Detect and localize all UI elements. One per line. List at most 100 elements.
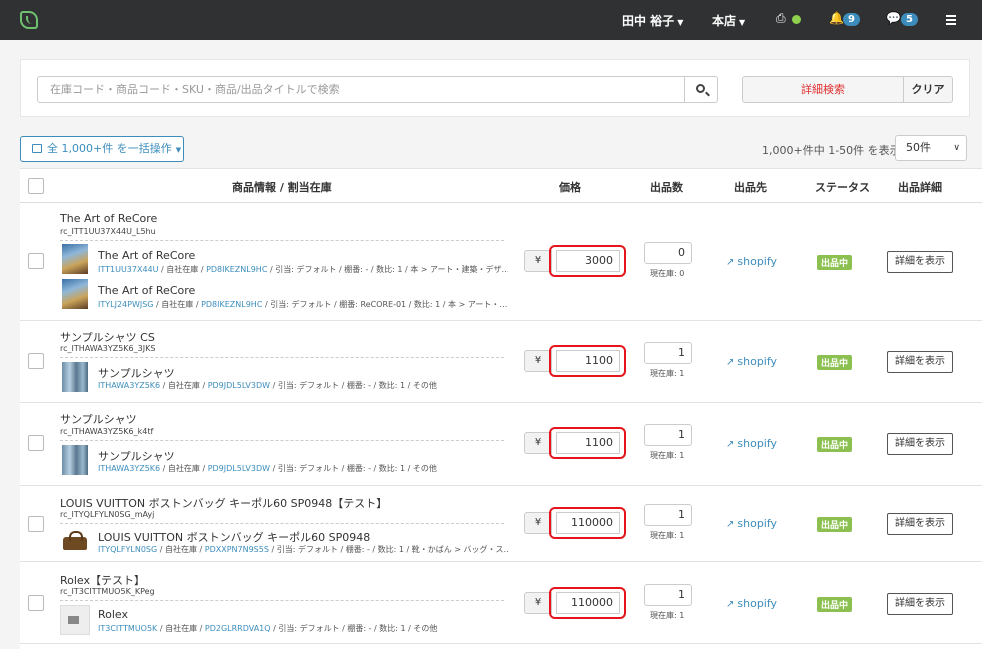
divider <box>60 240 504 241</box>
chevron-down-icon: ∨ <box>953 143 960 153</box>
view-detail-button[interactable]: 詳細を表示 <box>887 593 953 615</box>
table-row: Rolex【テスト】 rc_IT3CITTMUO5K_KPeg Rolex IT… <box>20 562 982 644</box>
user-menu[interactable]: 田中 裕子 ▼ <box>622 12 683 29</box>
view-detail-button[interactable]: 詳細を表示 <box>887 351 953 373</box>
product-title[interactable]: サンプルシャツ <box>60 411 137 427</box>
channel-link[interactable]: ↗ shopify <box>726 517 777 530</box>
chevron-down-icon: ▼ <box>739 18 746 27</box>
table-row: The Art of ReCore rc_ITT1UU37X44U_L5hu T… <box>20 204 982 321</box>
view-detail-button[interactable]: 詳細を表示 <box>887 513 953 535</box>
top-navbar: 田中 裕子 ▼ 本店 ▼ ⎙ 🔔 9 💬 5 <box>0 0 982 40</box>
item-name: The Art of ReCore <box>98 284 196 297</box>
yen-addon: ¥ <box>524 432 552 454</box>
table-row: サンプルシャツ rc_ITHAWA3YZ5K6_k4tf サンプルシャツ ITH… <box>20 403 982 486</box>
view-detail-button[interactable]: 詳細を表示 <box>887 433 953 455</box>
product-code: rc_ITHAWA3YZ5K6_3JKS <box>60 344 156 353</box>
advanced-search-button[interactable]: 詳細検索 <box>742 76 904 103</box>
image-icon <box>68 616 79 624</box>
quantity-input[interactable]: 1 <box>644 342 692 364</box>
product-title[interactable]: Rolex【テスト】 <box>60 572 145 588</box>
table-row: サンプルシャツ CS rc_ITHAWA3YZ5K6_3JKS サンプルシャツ … <box>20 321 982 403</box>
caret-down-icon: ▼ <box>175 146 182 154</box>
notification-count-badge: 9 <box>843 13 860 26</box>
printer-status-dot <box>792 15 801 24</box>
view-detail-button[interactable]: 詳細を表示 <box>887 251 953 273</box>
bulk-action-label: 全 1,000+件 を一括操作 <box>47 142 172 155</box>
yen-addon: ¥ <box>524 250 552 272</box>
product-code: rc_ITHAWA3YZ5K6_k4tf <box>60 427 154 436</box>
item-meta: ITHAWA3YZ5K6 / 自社在庫 / PD9JDL5LV3DW / 引当:… <box>98 380 508 391</box>
product-code-link[interactable]: PD9JDL5LV3DW <box>208 381 270 390</box>
bell-icon[interactable]: 🔔 <box>829 11 844 25</box>
select-all-checkbox[interactable] <box>28 178 44 194</box>
divider <box>60 600 504 601</box>
placeholder-image <box>60 605 90 635</box>
item-meta-text: / 自社在庫 / <box>160 464 208 473</box>
product-title[interactable]: LOUIS VUITTON ボストンバッグ キーポル60 SP0948【テスト】 <box>60 495 387 511</box>
quantity-input[interactable]: 1 <box>644 584 692 606</box>
row-checkbox[interactable] <box>28 595 44 611</box>
header-detail: 出品詳細 <box>898 181 942 194</box>
item-meta-text: / 自社在庫 / <box>158 265 207 274</box>
channel-name: shopify <box>737 597 778 610</box>
product-title[interactable]: The Art of ReCore <box>60 212 157 225</box>
header-quantity: 出品数 <box>650 181 683 194</box>
external-link-icon: ↗ <box>726 257 735 268</box>
chat-icon[interactable]: 💬 <box>886 11 901 25</box>
price-input[interactable]: 110000 <box>556 592 620 614</box>
product-code-link[interactable]: PD9JDL5LV3DW <box>208 464 270 473</box>
search-button[interactable] <box>684 76 718 103</box>
product-code-link[interactable]: PD8IKEZNL9HC <box>201 300 262 309</box>
header-status: ステータス <box>815 181 870 194</box>
item-code-link[interactable]: ITHAWA3YZ5K6 <box>98 464 160 473</box>
product-code-link[interactable]: PDXXPN7N9S5S <box>205 545 269 554</box>
store-menu[interactable]: 本店 ▼ <box>712 12 745 29</box>
channel-link[interactable]: ↗ shopify <box>726 437 777 450</box>
channel-link[interactable]: ↗ shopify <box>726 597 777 610</box>
item-meta: ITYQLFYLN0SG / 自社在庫 / PDXXPN7N9S5S / 引当:… <box>98 544 508 555</box>
row-checkbox[interactable] <box>28 435 44 451</box>
clear-button[interactable]: クリア <box>903 76 953 103</box>
item-code-link[interactable]: ITYLJ24PWJSG <box>98 300 154 309</box>
item-code-link[interactable]: ITT1UU37X44U <box>98 265 159 274</box>
hamburger-menu-icon[interactable] <box>946 15 956 27</box>
product-thumbnail <box>62 527 88 557</box>
chevron-down-icon: ▼ <box>677 18 684 27</box>
quantity-input[interactable]: 0 <box>644 242 692 264</box>
page-size-select[interactable]: 50件 ∨ <box>895 135 967 161</box>
price-input[interactable]: 1100 <box>556 432 620 454</box>
listing-table: 商品情報 / 割当在庫 価格 出品数 出品先 ステータス 出品詳細 The Ar… <box>20 168 982 649</box>
product-title[interactable]: サンプルシャツ CS <box>60 329 155 345</box>
item-meta-text: / 自社在庫 / <box>157 624 205 633</box>
pager-info: 1,000+件中 1-50件 を表示 <box>762 144 901 157</box>
price-input[interactable]: 110000 <box>556 512 620 534</box>
price-input[interactable]: 1100 <box>556 350 620 372</box>
search-input[interactable]: 在庫コード・商品コード・SKU・商品/出品タイトルで検索 <box>37 76 685 103</box>
header-price: 価格 <box>559 181 581 194</box>
status-badge: 出品中 <box>817 437 853 452</box>
channel-link[interactable]: ↗ shopify <box>726 355 777 368</box>
item-meta: ITT1UU37X44U / 自社在庫 / PD8IKEZNL9HC / 引当:… <box>98 264 508 275</box>
item-meta-text: / 引当: デフォルト / 棚番: - / 数比: 1 / その他 <box>270 624 438 633</box>
divider <box>60 440 504 441</box>
product-code-link[interactable]: PD2GLRRDVA1Q <box>205 624 271 633</box>
channel-link[interactable]: ↗ shopify <box>726 255 777 268</box>
product-code-link[interactable]: PD8IKEZNL9HC <box>206 265 267 274</box>
item-meta-text: / 引当: デフォルト / 棚番: - / 数比: 1 / その他 <box>270 464 437 473</box>
item-code-link[interactable]: ITYQLFYLN0SG <box>98 545 157 554</box>
bulk-action-button[interactable]: 全 1,000+件 を一括操作 ▼ <box>20 136 184 162</box>
row-checkbox[interactable] <box>28 353 44 369</box>
product-thumbnail <box>62 445 88 475</box>
quantity-input[interactable]: 1 <box>644 504 692 526</box>
row-checkbox[interactable] <box>28 253 44 269</box>
item-code-link[interactable]: IT3CITTMUO5K <box>98 624 157 633</box>
status-badge: 出品中 <box>817 355 853 370</box>
item-name: Rolex <box>98 608 129 621</box>
item-code-link[interactable]: ITHAWA3YZ5K6 <box>98 381 160 390</box>
price-input[interactable]: 3000 <box>556 250 620 272</box>
printer-icon[interactable]: ⎙ <box>776 11 786 26</box>
app-logo-icon[interactable] <box>20 11 38 29</box>
quantity-input[interactable]: 1 <box>644 424 692 446</box>
header-product: 商品情報 / 割当在庫 <box>232 181 332 194</box>
row-checkbox[interactable] <box>28 516 44 532</box>
